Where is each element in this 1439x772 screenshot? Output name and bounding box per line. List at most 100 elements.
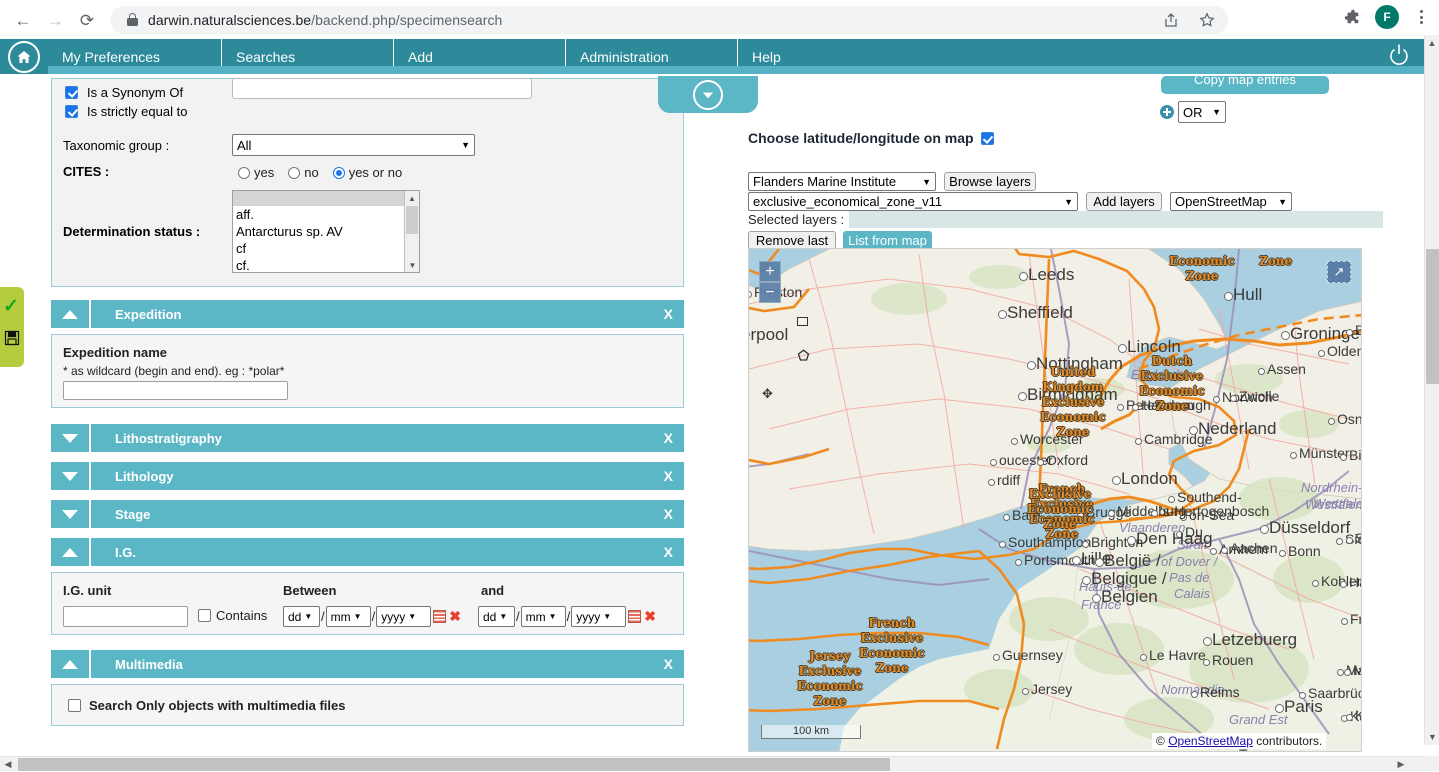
forward-arrow-icon[interactable]: → <box>40 6 70 34</box>
copy-map-entries-button[interactable]: Copy map entries <box>1161 76 1329 94</box>
close-section-lithostratigraphy[interactable]: X <box>664 430 673 446</box>
close-section-lithology[interactable]: X <box>664 468 673 484</box>
multimedia-only-checkbox[interactable] <box>68 699 81 712</box>
address-bar[interactable]: darwin.naturalsciences.be/backend.php/sp… <box>110 6 1228 34</box>
operator-select[interactable]: OR ▼ <box>1178 101 1226 123</box>
multimedia-checkbox-row[interactable]: Search Only objects with multimedia file… <box>68 698 345 713</box>
add-layers-button[interactable]: Add layers <box>1086 192 1162 211</box>
ig-from-day-select[interactable]: dd▼ <box>283 606 320 627</box>
ig-unit-input[interactable] <box>63 606 188 627</box>
cites-radio-yes-or-no[interactable] <box>333 167 345 179</box>
taxon-name-input[interactable] <box>232 78 532 99</box>
avatar[interactable]: F <box>1375 5 1399 29</box>
scroll-up-icon[interactable]: ▲ <box>405 191 419 205</box>
home-button[interactable] <box>0 39 48 74</box>
zoom-in-button[interactable]: + <box>759 261 781 282</box>
ig-contains-checkbox[interactable] <box>198 609 211 622</box>
listbox-scrollbar[interactable]: ▲ ▼ <box>404 191 419 272</box>
vertical-scrollbar-thumb[interactable] <box>1426 249 1439 384</box>
zoom-out-button[interactable]: − <box>759 282 781 303</box>
list-item[interactable] <box>233 191 419 206</box>
toggle-lithology[interactable] <box>51 462 91 490</box>
scroll-up-icon[interactable]: ▲ <box>1425 35 1439 51</box>
operator-row[interactable]: OR ▼ <box>1160 101 1226 123</box>
ig-date-from[interactable]: dd▼ / mm▼ / yyyy▼ ✖ <box>283 606 461 627</box>
save-search-tab[interactable]: ✓ <box>0 287 24 367</box>
ig-to-day-select[interactable]: dd▼ <box>478 606 515 627</box>
section-header-stage[interactable]: Stage X <box>51 500 684 528</box>
ig-from-year-select[interactable]: yyyy▼ <box>376 606 431 627</box>
cites-option-yes[interactable]: yes <box>238 165 274 180</box>
expedition-name-input[interactable] <box>63 381 288 400</box>
toggle-lithostratigraphy[interactable] <box>51 424 91 452</box>
draw-rectangle-icon[interactable] <box>797 317 808 326</box>
list-item[interactable]: Antarcturus sp. AV <box>233 223 419 240</box>
toggle-multimedia[interactable] <box>51 650 91 678</box>
expand-icon[interactable]: ↗ <box>1327 261 1351 283</box>
section-header-ig[interactable]: I.G. X <box>51 538 684 566</box>
toggle-ig[interactable] <box>51 538 91 566</box>
kebab-menu-icon[interactable] <box>1411 6 1431 28</box>
draw-polygon-icon[interactable] <box>797 349 810 365</box>
puzzle-icon[interactable] <box>1341 6 1363 28</box>
ig-date-to[interactable]: dd▼ / mm▼ / yyyy▼ ✖ <box>478 606 656 627</box>
ig-to-month-select[interactable]: mm▼ <box>521 606 566 627</box>
calendar-icon[interactable] <box>433 610 446 623</box>
taxonomic-group-select[interactable]: All ▼ <box>232 134 475 156</box>
toggle-stage[interactable] <box>51 500 91 528</box>
section-header-expedition[interactable]: Expedition X <box>51 300 684 328</box>
cites-option-yes-or-no[interactable]: yes or no <box>333 165 402 180</box>
clear-date-to-icon[interactable]: ✖ <box>644 608 656 625</box>
browse-layers-button[interactable]: Browse layers <box>944 172 1036 191</box>
share-icon[interactable] <box>1160 9 1182 31</box>
selected-layers-value[interactable] <box>849 211 1383 228</box>
is-strictly-equal-checkbox[interactable] <box>65 105 78 118</box>
toggle-expedition[interactable] <box>51 300 91 328</box>
map-zoom-controls[interactable]: + − <box>759 261 781 303</box>
horizontal-scrollbar-thumb[interactable] <box>18 758 890 771</box>
is-strictly-equal-row[interactable]: Is strictly equal to <box>65 104 187 119</box>
clear-date-from-icon[interactable]: ✖ <box>449 608 461 625</box>
close-section-stage[interactable]: X <box>664 506 673 522</box>
cites-radio-yes[interactable] <box>238 167 250 179</box>
cites-option-no[interactable]: no <box>288 165 318 180</box>
list-item[interactable]: cf <box>233 240 419 257</box>
list-item[interactable]: aff. <box>233 206 419 223</box>
map-canvas[interactable]: + − ↗ ✥ 100 km EnglandStraitof Dover /Pa… <box>748 248 1362 752</box>
ig-from-month-select[interactable]: mm▼ <box>326 606 371 627</box>
vertical-scrollbar[interactable]: ▲ ▼ <box>1424 35 1439 745</box>
openstreetmap-link[interactable]: OpenStreetMap <box>1168 734 1253 748</box>
section-header-multimedia[interactable]: Multimedia X <box>51 650 684 678</box>
scroll-down-icon[interactable]: ▼ <box>405 258 420 272</box>
scroll-left-icon[interactable]: ◀ <box>0 757 16 772</box>
back-arrow-icon[interactable]: ← <box>8 6 38 34</box>
pan-icon[interactable]: ✥ <box>762 386 773 402</box>
is-synonym-of-checkbox[interactable] <box>65 86 78 99</box>
list-item[interactable]: cf. <box>233 257 419 273</box>
ig-contains-row[interactable]: Contains <box>198 608 267 623</box>
cites-radio-group[interactable]: yes no yes or no <box>238 165 410 180</box>
scroll-right-icon[interactable]: ▶ <box>1393 757 1409 772</box>
close-section-expedition[interactable]: X <box>664 306 673 322</box>
choose-latlon-checkbox[interactable] <box>981 132 994 145</box>
cites-radio-no[interactable] <box>288 167 300 179</box>
close-section-ig[interactable]: X <box>664 544 673 560</box>
layer-provider-select[interactable]: Flanders Marine Institute ▼ <box>748 172 936 191</box>
star-icon[interactable] <box>1196 9 1218 31</box>
reload-icon[interactable]: ⟳ <box>72 6 102 34</box>
calendar-icon[interactable] <box>628 610 641 623</box>
basemap-select[interactable]: OpenStreetMap ▼ <box>1170 192 1292 211</box>
determination-status-listbox[interactable]: aff. Antarcturus sp. AV cf cf. ▲ ▼ <box>232 190 420 273</box>
scrollbar-thumb[interactable] <box>406 206 418 234</box>
choose-latlon-row[interactable]: Choose latitude/longitude on map <box>748 130 994 146</box>
section-header-lithology[interactable]: Lithology X <box>51 462 684 490</box>
is-synonym-of-row[interactable]: Is a Synonym Of <box>65 85 183 100</box>
horizontal-scrollbar[interactable]: ◀ ▶ <box>0 756 1424 771</box>
collapse-panel-tab[interactable] <box>658 76 758 113</box>
ig-to-year-select[interactable]: yyyy▼ <box>571 606 626 627</box>
layer-name-select[interactable]: exclusive_economical_zone_v11 ▼ <box>748 192 1078 211</box>
scroll-down-icon[interactable]: ▼ <box>1425 729 1439 745</box>
close-section-multimedia[interactable]: X <box>664 656 673 672</box>
section-header-lithostratigraphy[interactable]: Lithostratigraphy X <box>51 424 684 452</box>
plus-circle-icon[interactable] <box>1160 105 1174 119</box>
